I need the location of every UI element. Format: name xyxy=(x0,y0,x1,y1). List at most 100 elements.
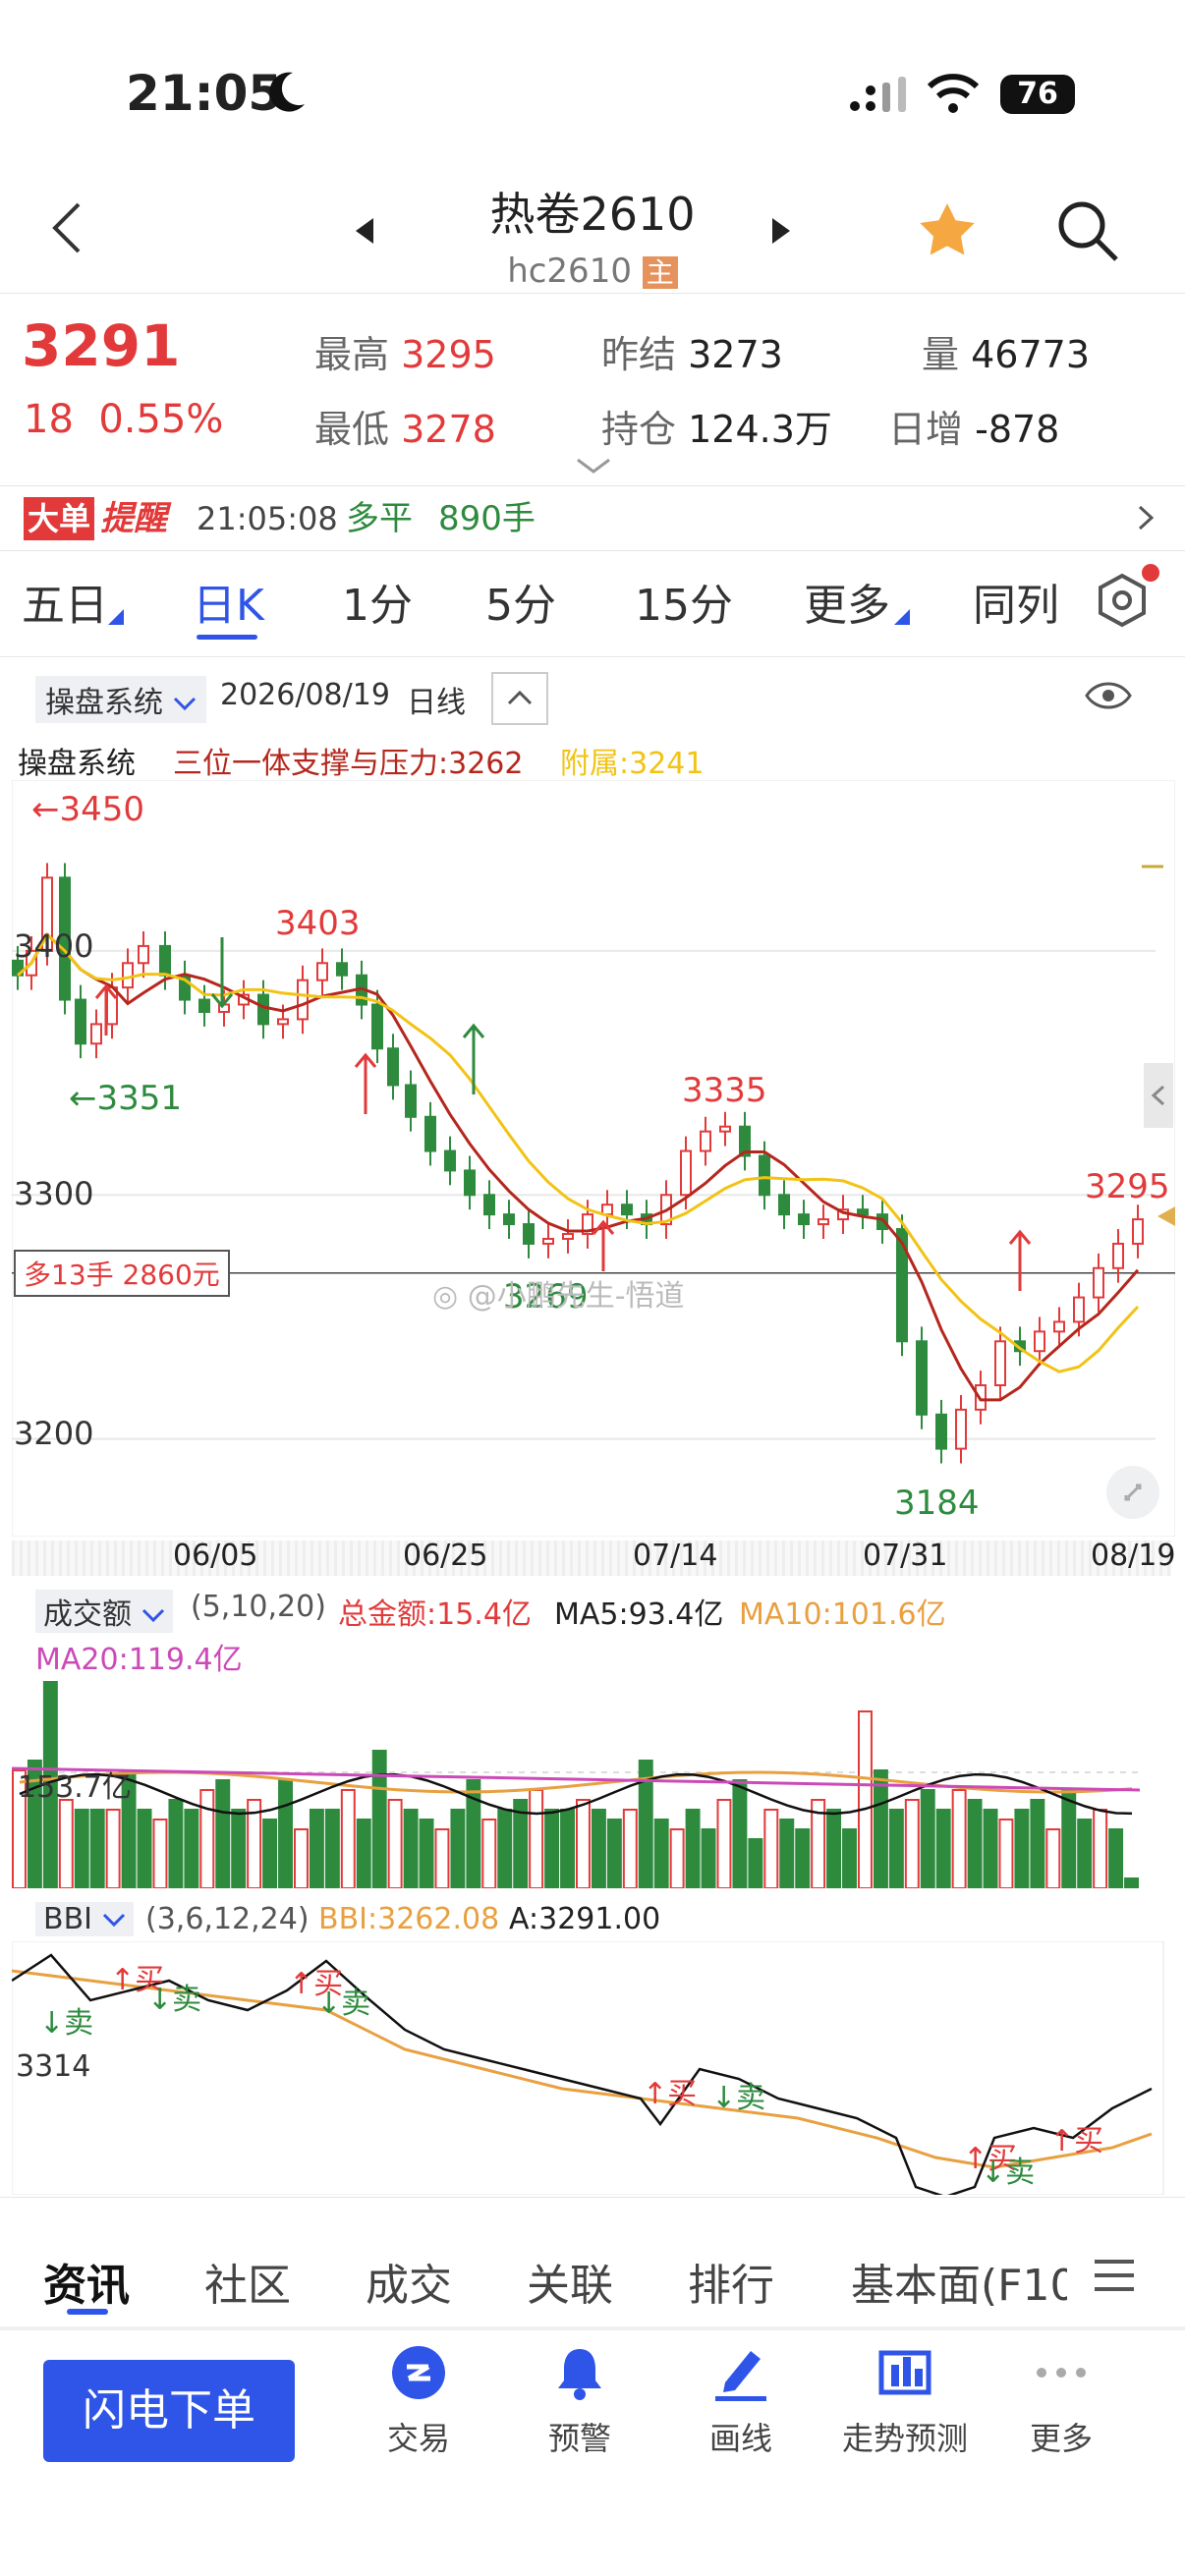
tab-same-list[interactable]: 同列 xyxy=(973,570,1059,633)
candle-body xyxy=(621,1204,633,1216)
chevron-down-icon xyxy=(173,686,197,720)
volume-bar xyxy=(1061,1789,1077,1888)
price-change: 18 0.55% xyxy=(24,397,223,442)
candle-body xyxy=(277,1018,289,1026)
high-field: 最高 3295 xyxy=(314,324,496,378)
volume-chart[interactable] xyxy=(12,1674,1140,1888)
flash-order-button[interactable]: 闪电下单 xyxy=(43,2360,295,2462)
volume-bar xyxy=(137,1809,152,1888)
volume-bar xyxy=(904,1799,920,1888)
bbi-sell-signal: ↓卖 xyxy=(981,2156,1036,2190)
tab-fundamentals[interactable]: 基本面(F10 xyxy=(851,2250,1067,2313)
search-icon[interactable] xyxy=(1055,198,1120,267)
high-mark-3335: 3335 xyxy=(682,1071,767,1110)
candle-body xyxy=(994,1340,1006,1387)
candle-body xyxy=(818,1218,829,1226)
candle-body xyxy=(1093,1266,1104,1299)
bbi-value: BBI:3262.08 xyxy=(318,1902,500,1936)
tab-related[interactable]: 关联 xyxy=(527,2250,613,2313)
page-title: 热卷2610 xyxy=(489,188,696,241)
more-button[interactable]: 更多 xyxy=(992,2343,1130,2459)
alert-button[interactable]: 预警 xyxy=(511,2343,649,2459)
volume-bar xyxy=(920,1789,935,1888)
eye-icon[interactable] xyxy=(1085,678,1132,717)
tab-5min[interactable]: 5分 xyxy=(485,570,556,633)
tab-five-day[interactable]: 五日 xyxy=(22,570,108,633)
volume-value: 46773 xyxy=(971,333,1090,376)
indicator-name: 操盘系统 xyxy=(18,747,136,781)
bbi-dropdown[interactable]: BBI xyxy=(35,1902,134,1936)
candle-body xyxy=(1112,1242,1124,1269)
next-contract-icon[interactable] xyxy=(768,216,792,250)
expand-chevron-icon[interactable] xyxy=(576,458,611,479)
pen-icon xyxy=(715,2351,766,2401)
volume-bar xyxy=(199,1789,215,1888)
candle-body xyxy=(257,993,269,1026)
trade-icon xyxy=(392,2346,445,2399)
alert-bar[interactable]: 大单 提醒 21:05:08 多平 890手 xyxy=(0,487,1185,550)
draw-button[interactable]: 画线 xyxy=(672,2343,810,2459)
menu-icon[interactable] xyxy=(1095,2258,1134,2297)
candle-body xyxy=(316,962,328,981)
settings-hexagon-icon[interactable] xyxy=(1091,570,1154,637)
tab-news[interactable]: 资讯 xyxy=(43,2250,130,2313)
low-field: 最低 3278 xyxy=(314,399,496,453)
volume-bar xyxy=(951,1789,967,1888)
star-icon[interactable] xyxy=(914,198,981,267)
tab-community[interactable]: 社区 xyxy=(204,2250,291,2313)
side-collapse-handle[interactable] xyxy=(1144,1063,1173,1128)
bbi-sell-signal: ↓卖 xyxy=(39,2006,94,2041)
wifi-icon xyxy=(926,73,981,118)
volume-bar xyxy=(356,1819,371,1888)
trade-button[interactable]: 交易 xyxy=(350,2343,487,2459)
tab-15min[interactable]: 15分 xyxy=(635,570,733,633)
volume-bar xyxy=(701,1828,716,1888)
candle-body xyxy=(159,944,171,977)
date-axis-2: 06/25 xyxy=(403,1539,488,1573)
watermark-text: @小鹏先生-悟道 xyxy=(467,1279,685,1314)
chevron-down-icon xyxy=(141,1597,165,1632)
volume-bar xyxy=(419,1819,434,1888)
candle-body xyxy=(857,1208,869,1216)
fullscreen-icon[interactable] xyxy=(1106,1466,1159,1519)
candle-body xyxy=(503,1213,515,1226)
candle-body xyxy=(1034,1330,1045,1353)
bbi-buy-signal: ↑买 xyxy=(1049,2124,1104,2158)
signal-icon xyxy=(847,77,910,120)
collapse-button[interactable] xyxy=(491,672,548,725)
candle-body xyxy=(935,1413,947,1450)
book-chart-icon xyxy=(878,2350,931,2395)
candle-body xyxy=(700,1130,711,1152)
volume-bar xyxy=(481,1819,497,1888)
volume-bar xyxy=(983,1809,998,1888)
alert-time: 21:05:08 xyxy=(197,500,338,537)
volume-ma5: MA5:93.4亿 xyxy=(554,1597,724,1632)
tab-more[interactable]: 更多 xyxy=(804,570,890,633)
candle-body xyxy=(483,1194,495,1216)
candle-body xyxy=(1053,1320,1065,1333)
volume-bar xyxy=(685,1809,701,1888)
volume-bar xyxy=(529,1789,544,1888)
tab-1min[interactable]: 1分 xyxy=(342,570,413,633)
volume-bar xyxy=(716,1799,732,1888)
kline-chart[interactable] xyxy=(12,780,1175,1537)
draw-label: 画线 xyxy=(708,2420,772,2457)
volume-bar xyxy=(152,1819,168,1888)
volume-bar xyxy=(732,1779,748,1888)
prev-settle-label: 昨结 xyxy=(601,333,677,376)
bbi-sell-signal: ↓卖 xyxy=(711,2081,766,2115)
tab-daily-k[interactable]: 日K xyxy=(193,570,264,633)
candle-body xyxy=(138,944,149,965)
tab-trades[interactable]: 成交 xyxy=(366,2250,452,2313)
status-time: 21:05 xyxy=(126,65,283,122)
volume-bar xyxy=(403,1809,419,1888)
alert-badge-big-order: 大单 xyxy=(24,497,95,540)
tab-ranking[interactable]: 排行 xyxy=(688,2250,774,2313)
volume-bar xyxy=(278,1779,293,1888)
tab-underline xyxy=(197,635,257,640)
system-dropdown[interactable]: 操盘系统 xyxy=(35,676,206,723)
forecast-button[interactable]: 走势预测 xyxy=(831,2343,979,2459)
volume-bar xyxy=(1093,1809,1108,1888)
tab-fundamentals-label: 基本面(F10 xyxy=(851,2261,1067,2311)
volume-dropdown[interactable]: 成交额 xyxy=(35,1590,173,1633)
